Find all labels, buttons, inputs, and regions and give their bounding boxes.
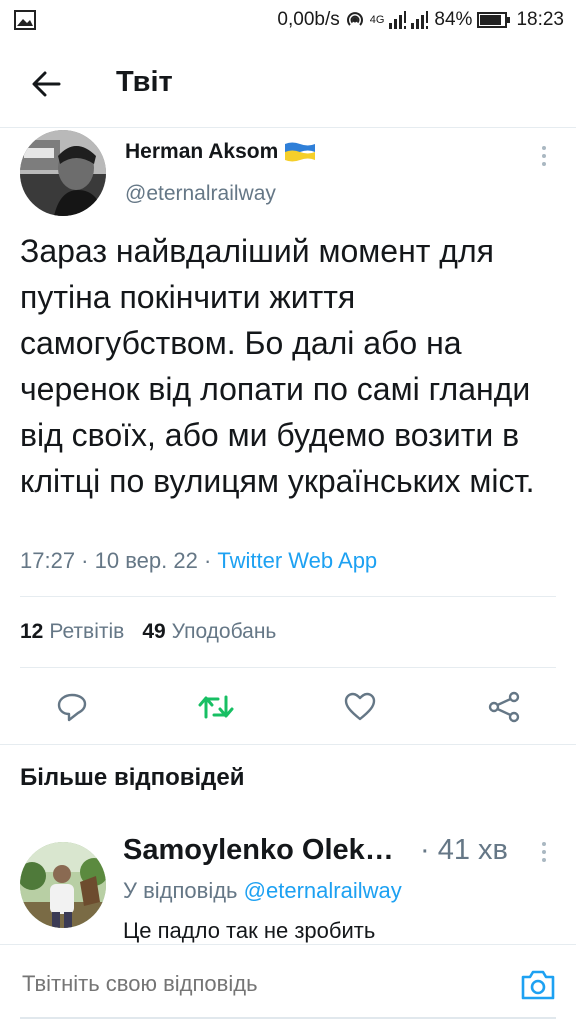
author-name-text: Herman Aksom	[125, 140, 279, 163]
reply-item[interactable]: Samoylenko Olek… · 41 хв У відповідь @et…	[0, 820, 576, 944]
likes-stat[interactable]: 49 Уподобань	[142, 620, 276, 644]
more-replies-heading: Більше відповідей	[20, 764, 245, 791]
reply-context: У відповідь @eternalrailway	[123, 878, 402, 904]
reply-mention-link[interactable]: @eternalrailway	[244, 878, 402, 903]
tweet-more-button[interactable]	[530, 142, 558, 170]
tweet-source-link[interactable]: Twitter Web App	[217, 548, 377, 573]
hotspot-icon	[345, 10, 365, 30]
retweets-stat[interactable]: 12 Ретвітів	[20, 620, 124, 644]
divider	[20, 596, 556, 597]
like-icon	[344, 692, 376, 721]
reply-time: · 41 хв	[420, 834, 508, 866]
top-app-bar: Твіт	[0, 40, 576, 128]
tweet-time: 17:27	[20, 548, 76, 573]
battery-percent: 84%	[434, 9, 473, 30]
signal-icon	[389, 11, 429, 29]
author-avatar[interactable]	[20, 130, 106, 216]
retweet-button[interactable]	[196, 684, 236, 730]
battery-icon	[477, 11, 511, 29]
retweet-icon	[198, 695, 234, 719]
more-vertical-icon	[542, 146, 546, 166]
tweet-text: Зараз найвдаліший момент для путіна покі…	[20, 233, 535, 499]
status-bar: 0,00b/s 4G 84% 18:23	[0, 0, 576, 40]
camera-button[interactable]	[518, 967, 558, 1003]
divider	[0, 744, 576, 745]
retweets-count: 12	[20, 620, 44, 643]
reply-author-name[interactable]: Samoylenko Olek…	[123, 834, 394, 867]
tweet-stats: 12 Ретвітів 49 Уподобань	[20, 620, 276, 644]
reply-icon	[57, 693, 87, 722]
reply-button[interactable]	[52, 684, 92, 730]
share-button[interactable]	[484, 684, 524, 730]
ukraine-flag-icon	[285, 142, 316, 162]
signal-type-label: 4G	[369, 14, 385, 26]
retweets-label: Ретвітів	[49, 620, 125, 643]
meta-separator: ·	[75, 548, 95, 573]
arrow-left-icon	[32, 71, 61, 97]
network-speed: 0,00b/s	[277, 9, 340, 30]
divider	[20, 667, 556, 668]
tweet-date: 10 вер. 22	[94, 548, 198, 573]
camera-icon	[521, 970, 555, 1000]
reply-text: Це падло так не зробить	[123, 918, 376, 943]
composer-underline	[20, 1017, 556, 1019]
back-button[interactable]	[28, 68, 64, 100]
like-button[interactable]	[340, 684, 380, 730]
reply-input[interactable]	[22, 971, 462, 997]
image-icon	[14, 10, 36, 30]
clock: 18:23	[516, 9, 564, 30]
author-name[interactable]: Herman Aksom	[125, 140, 316, 164]
likes-count: 49	[142, 620, 166, 643]
author-handle[interactable]: @eternalrailway	[125, 182, 276, 206]
tweet-meta: 17:27 · 10 вер. 22 · Twitter Web App	[20, 548, 377, 574]
more-vertical-icon	[542, 842, 546, 862]
page-title: Твіт	[116, 66, 173, 98]
reply-author-avatar[interactable]	[20, 842, 106, 928]
reply-to-prefix: У відповідь	[123, 878, 238, 903]
share-icon	[488, 691, 520, 723]
tweet-actions	[0, 684, 576, 730]
likes-label: Уподобань	[171, 620, 277, 643]
meta-separator: ·	[197, 548, 218, 573]
reply-composer	[0, 944, 576, 1024]
reply-more-button[interactable]	[530, 838, 558, 866]
